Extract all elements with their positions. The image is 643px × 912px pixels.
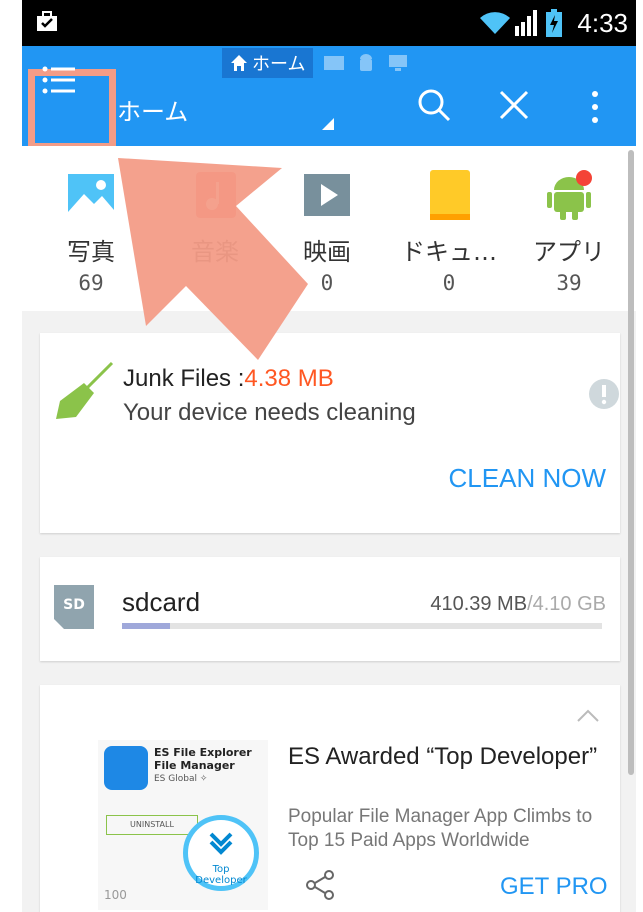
- image-tab-icon[interactable]: [323, 54, 345, 72]
- badge-line2: Developer: [195, 875, 247, 886]
- window-tab-label: ホーム: [252, 54, 306, 75]
- category-label: 写真: [67, 238, 115, 266]
- storage-progress-fill: [122, 623, 170, 629]
- sdcard-icon: SD: [54, 585, 94, 629]
- badge-line1: Top: [212, 864, 230, 875]
- sdcard-card[interactable]: SD sdcard 410.39 MB/4.10 GB: [40, 557, 620, 661]
- menu-icon[interactable]: [40, 60, 80, 100]
- storage-used: 410.39 MB: [430, 593, 528, 615]
- status-time: 4:33: [577, 8, 628, 38]
- junk-files-card[interactable]: Junk Files :4.38 MB Your device needs cl…: [40, 333, 620, 533]
- broom-icon: [56, 361, 114, 419]
- category-row: 写真 69 音楽 映画 0 ドキュ… 0 アプリ 39: [22, 146, 636, 311]
- storage-total: /4.10 GB: [527, 593, 606, 615]
- signal-icon: [515, 10, 537, 36]
- category-label: 音楽: [191, 238, 239, 266]
- app-bar: ホーム ホーム: [22, 46, 636, 150]
- promo-description: Popular File Manager App Climbs to Top 1…: [288, 806, 593, 851]
- junk-files-label: Junk Files :: [123, 365, 245, 392]
- briefcase-check-icon: [37, 11, 57, 31]
- storage-name: sdcard: [122, 587, 201, 617]
- category-music[interactable]: 音楽: [160, 170, 270, 271]
- category-count: 0: [320, 271, 334, 295]
- promo-card[interactable]: ES File Explorer File Manager ES Global …: [40, 685, 620, 912]
- junk-files-size: 4.38 MB: [244, 365, 334, 392]
- battery-charging-icon: [546, 9, 562, 37]
- dropdown-triangle-icon[interactable]: [322, 118, 334, 130]
- award-chevron-icon: [209, 832, 233, 855]
- chevron-up-icon[interactable]: [576, 707, 600, 723]
- thumb-publisher: ES Global ✧: [154, 774, 208, 784]
- category-documents[interactable]: ドキュ… 0: [394, 170, 504, 295]
- image-icon: [68, 174, 114, 216]
- document-icon: [430, 170, 470, 220]
- thumb-score: 100: [104, 888, 127, 902]
- promo-thumbnail: ES File Explorer File Manager ES Global …: [98, 740, 268, 910]
- wifi-icon: [480, 12, 510, 34]
- junk-files-message: Your device needs cleaning: [123, 399, 416, 426]
- badge-text: Top Developer: [188, 864, 254, 886]
- scrollbar[interactable]: [628, 150, 634, 775]
- thumb-uninstall: UNINSTALL: [106, 815, 198, 835]
- home-icon: [231, 55, 247, 71]
- close-icon[interactable]: [499, 90, 529, 120]
- monitor-tab-icon[interactable]: [387, 54, 409, 72]
- category-count: 39: [556, 271, 582, 295]
- video-icon: [304, 174, 350, 216]
- clean-now-button[interactable]: CLEAN NOW: [449, 463, 606, 494]
- category-label: アプリ: [533, 238, 605, 266]
- category-label: ドキュ…: [401, 238, 497, 266]
- category-count: 0: [442, 271, 456, 295]
- category-count: 69: [78, 271, 104, 295]
- category-movies[interactable]: 映画 0: [272, 170, 382, 295]
- android-icon: [547, 170, 592, 220]
- junk-files-summary: Junk Files :4.38 MB: [123, 365, 334, 393]
- storage-size: 410.39 MB/4.10 GB: [430, 593, 606, 616]
- category-apps[interactable]: アプリ 39: [514, 170, 624, 295]
- info-icon[interactable]: [588, 378, 620, 410]
- svg-text:SD: SD: [63, 597, 85, 613]
- promo-title: ES Awarded “Top Developer”: [288, 743, 598, 770]
- category-photos[interactable]: 写真 69: [36, 170, 146, 295]
- share-icon[interactable]: [305, 870, 335, 900]
- screen: 4:33 ホーム ホーム 写真 69 音楽 映画 0 ドキュ… 0 アプリ 39…: [22, 0, 636, 912]
- es-app-icon: [104, 746, 148, 790]
- category-label: 映画: [303, 238, 351, 266]
- page-title[interactable]: ホーム: [117, 92, 188, 127]
- thumb-title: ES File Explorer File Manager: [154, 746, 252, 772]
- get-pro-button[interactable]: GET PRO: [500, 873, 608, 901]
- storage-progress-bar: [122, 623, 602, 629]
- more-vertical-icon[interactable]: [590, 90, 600, 124]
- top-developer-badge: Top Developer: [183, 815, 259, 891]
- window-tab-home[interactable]: ホーム: [222, 48, 314, 78]
- music-icon: [196, 172, 236, 218]
- status-bar: 4:33: [22, 0, 636, 46]
- search-icon[interactable]: [417, 88, 451, 122]
- android-tab-icon[interactable]: [355, 54, 377, 72]
- window-tabs: ホーム: [222, 48, 409, 78]
